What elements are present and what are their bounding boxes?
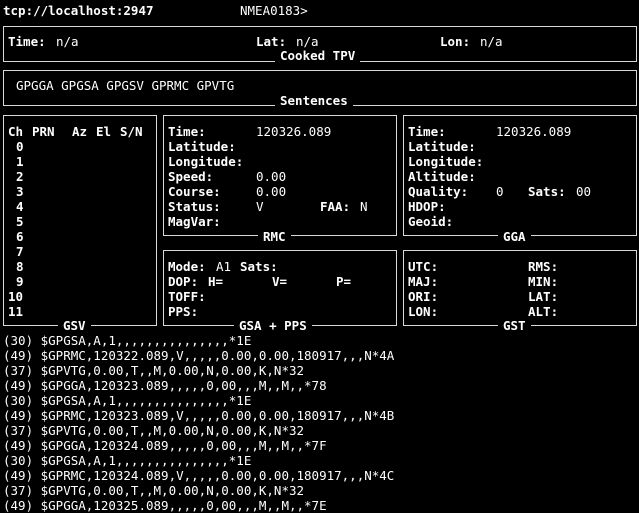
- gga-hdop-label: HDOP:: [408, 199, 446, 214]
- log-line: (49) $GPGGA,120324.089,,,,,0,00,,,M,,M,,…: [3, 438, 327, 453]
- gsv-channel: 8: [16, 259, 24, 274]
- gsv-header-ch: Ch: [8, 124, 24, 139]
- sentences-title: Sentences: [275, 93, 353, 108]
- gga-quality-label: Quality:: [408, 184, 469, 199]
- gga-title: GGA: [498, 229, 531, 244]
- rmc-speed-label: Speed:: [168, 169, 214, 184]
- rmc-time-value: 120326.089: [256, 124, 332, 139]
- log-line: (37) $GPVTG,0.00,T,,M,0.00,N,0.00,K,N*32: [3, 483, 305, 498]
- log-line: (49) $GPGGA,120325.089,,,,,0,00,,,M,,M,,…: [3, 498, 327, 513]
- sentences-list: GPGGA GPGSA GPGSV GPRMC GPVTG: [16, 78, 235, 93]
- gsv-channel: 10: [8, 289, 24, 304]
- log-line: (37) $GPVTG,0.00,T,,M,0.00,N,0.00,K,N*32: [3, 363, 305, 378]
- log-line: (30) $GPGSA,A,1,,,,,,,,,,,,,,,*1E: [3, 393, 252, 408]
- gga-sats-value: 00: [576, 184, 592, 199]
- gsv-channel: 7: [16, 244, 24, 259]
- gst-utc-label: UTC:: [408, 259, 439, 274]
- gga-latitude-label: Latitude:: [408, 139, 476, 154]
- gga-geoid-label: Geoid:: [408, 214, 454, 229]
- gst-rms-label: RMS:: [528, 259, 559, 274]
- gsa-mode-value: A1: [216, 259, 232, 274]
- gst-min-label: MIN:: [528, 274, 559, 289]
- gga-altitude-label: Altitude:: [408, 169, 476, 184]
- log-line: (49) $GPRMC,120322.089,V,,,,,0.00,0.00,1…: [3, 348, 395, 363]
- cooked-lat-value: n/a: [296, 34, 319, 49]
- rmc-status-label: Status:: [168, 199, 221, 214]
- log-line: (49) $GPRMC,120324.089,V,,,,,0.00,0.00,1…: [3, 468, 395, 483]
- gsv-channel: 4: [16, 199, 24, 214]
- log-line: (49) $GPGGA,120323.089,,,,,0,00,,,M,,M,,…: [3, 378, 327, 393]
- gsv-channel: 3: [16, 184, 24, 199]
- gsv-channel: 6: [16, 229, 24, 244]
- gsa-hdop-label: H=: [208, 274, 224, 289]
- gsa-dop-label: DOP:: [168, 274, 199, 289]
- log-line: (30) $GPGSA,A,1,,,,,,,,,,,,,,,*1E: [3, 453, 252, 468]
- cooked-time-label: Time:: [8, 34, 46, 49]
- rmc-speed-value: 0.00: [256, 169, 287, 184]
- rmc-time-label: Time:: [168, 124, 206, 139]
- log-line: (37) $GPVTG,0.00,T,,M,0.00,N,0.00,K,N*32: [3, 423, 305, 438]
- gsa-vdop-label: V=: [272, 274, 288, 289]
- gga-sats-label: Sats:: [528, 184, 566, 199]
- gsv-title: GSV: [58, 318, 91, 333]
- log-line: (49) $GPRMC,120323.089,V,,,,,0.00,0.00,1…: [3, 408, 395, 423]
- rmc-faa-label: FAA:: [320, 199, 351, 214]
- gga-time-label: Time:: [408, 124, 446, 139]
- gsv-channel: 9: [16, 274, 24, 289]
- rmc-faa-value: N: [360, 199, 368, 214]
- gsa-sats-label: Sats:: [240, 259, 278, 274]
- rmc-longitude-label: Longitude:: [168, 154, 244, 169]
- rmc-course-label: Course:: [168, 184, 221, 199]
- protocol-label: NMEA0183>: [240, 3, 308, 18]
- gga-time-value: 120326.089: [496, 124, 572, 139]
- cooked-time-value: n/a: [56, 34, 79, 49]
- cooked-tpv-title: Cooked TPV: [275, 48, 361, 63]
- rmc-magvar-label: MagVar:: [168, 214, 221, 229]
- rmc-course-value: 0.00: [256, 184, 287, 199]
- gsv-channel: 11: [8, 304, 24, 319]
- gsv-channel: 2: [16, 169, 24, 184]
- cooked-lon-value: n/a: [480, 34, 503, 49]
- gsv-channel: 1: [16, 154, 24, 169]
- rmc-latitude-label: Latitude:: [168, 139, 236, 154]
- cooked-lat-label: Lat:: [256, 34, 287, 49]
- gsa-pps-title: GSA + PPS: [234, 318, 312, 333]
- source-url: tcp://localhost:2947: [3, 3, 154, 18]
- gsv-header-az: Az: [72, 124, 88, 139]
- gst-ori-label: ORI:: [408, 289, 439, 304]
- gst-lat-label: LAT:: [528, 289, 559, 304]
- gst-lon-label: LON:: [408, 304, 439, 319]
- gsv-channel: 0: [16, 139, 24, 154]
- gga-quality-value: 0: [496, 184, 504, 199]
- gsv-panel: [3, 115, 157, 326]
- gst-maj-label: MAJ:: [408, 274, 439, 289]
- rmc-title: RMC: [258, 229, 291, 244]
- rmc-status-value: V: [256, 199, 264, 214]
- gst-alt-label: ALT:: [528, 304, 559, 319]
- gga-longitude-label: Longitude:: [408, 154, 484, 169]
- log-line: (30) $GPGSA,A,1,,,,,,,,,,,,,,,*1E: [3, 333, 252, 348]
- cooked-lon-label: Lon:: [440, 34, 471, 49]
- gsv-header-prn: PRN: [32, 124, 55, 139]
- gsa-pdop-label: P=: [336, 274, 352, 289]
- gsa-pps-label: PPS:: [168, 304, 199, 319]
- gsa-mode-label: Mode:: [168, 259, 206, 274]
- gsv-header-el: El: [96, 124, 112, 139]
- gsv-header-sn: S/N: [120, 124, 143, 139]
- gsv-channel: 5: [16, 214, 24, 229]
- gst-title: GST: [498, 318, 531, 333]
- gsa-toff-label: TOFF:: [168, 289, 206, 304]
